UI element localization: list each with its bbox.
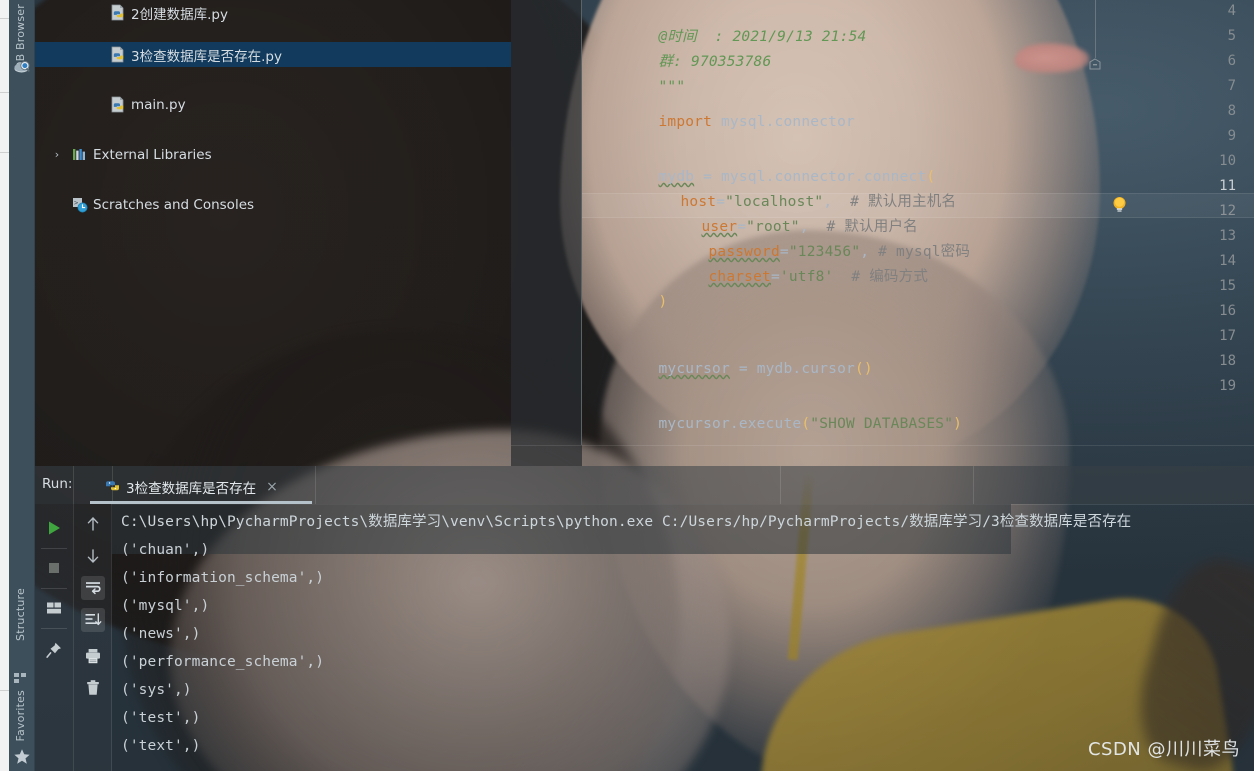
- console-output-line: ('test',): [121, 710, 201, 726]
- run-toolbar-secondary: [73, 504, 111, 771]
- scratches-icon: >_: [71, 196, 88, 213]
- code-token: ): [658, 294, 668, 310]
- code-line-12: password="123456", # mysql密码: [637, 215, 970, 260]
- tree-item-label: 3检查数据库是否存在.py: [131, 48, 282, 65]
- run-console[interactable]: C:\Users\hp\PycharmProjects\数据库学习\venv\S…: [111, 504, 1254, 771]
- code-token: import: [658, 114, 713, 130]
- run-tool-window: Run: 3检查数据库是否存在 × C:\Users\hp\PycharmPro…: [35, 466, 1254, 771]
- code-line-16: mycursor = mydb.cursor(): [587, 332, 873, 377]
- code-line-14: ): [587, 265, 667, 310]
- code-token: mysql.connector: [712, 114, 855, 130]
- code-text-layer: @时间 : 2021/9/13 21:54 群: 970353786 """ i…: [511, 0, 1254, 466]
- pycharm-window: DB Browser Structure Favorites 2创建数据库.py…: [0, 0, 1254, 771]
- print-button[interactable]: [81, 644, 105, 668]
- code-token: ): [953, 416, 963, 432]
- tree-item-main-py[interactable]: main.py: [35, 92, 511, 117]
- console-output-line: ('news',): [121, 626, 201, 642]
- code-line-9: mydb = mysql.connector.connect(: [587, 140, 935, 185]
- code-line-11: user="root", # 默认用户名: [630, 190, 918, 235]
- code-line-7: import mysql.connector: [587, 85, 855, 130]
- database-browser-icon[interactable]: [13, 58, 32, 77]
- tree-item-label: Scratches and Consoles: [93, 196, 255, 213]
- run-toolbar-primary: [35, 504, 73, 771]
- close-icon[interactable]: ×: [266, 480, 278, 494]
- code-token: mycursor: [658, 361, 730, 377]
- code-token: mycursor.execute: [658, 416, 802, 432]
- run-panel-label: Run:: [42, 476, 73, 492]
- clear-all-button[interactable]: [81, 676, 105, 700]
- intention-bulb-icon[interactable]: [1111, 196, 1128, 214]
- python-run-icon: [104, 479, 120, 495]
- scroll-to-end-button[interactable]: [81, 608, 105, 632]
- tree-item-external-libraries[interactable]: › External Libraries: [35, 142, 511, 167]
- library-icon: [71, 146, 88, 163]
- star-icon[interactable]: [13, 748, 31, 766]
- code-token: (: [801, 416, 811, 432]
- run-panel-header: Run: 3检查数据库是否存在 ×: [35, 466, 1254, 504]
- tree-item-file-2[interactable]: 2创建数据库.py: [35, 0, 511, 25]
- code-editor[interactable]: 4 5 6 7 8 9 10 11 12 13 14 15 16 17 18 1…: [511, 0, 1254, 466]
- code-line-6: """: [587, 50, 685, 95]
- run-config-tab[interactable]: 3检查数据库是否存在 ×: [98, 472, 284, 502]
- tool-window-stripe: DB Browser Structure Favorites: [9, 0, 35, 771]
- project-tool-window: 2创建数据库.py 3检查数据库是否存在.py main.py › Extern…: [35, 0, 511, 466]
- python-file-icon: [109, 4, 126, 21]
- editor-bottom-divider: [511, 445, 1254, 446]
- code-line-18: mycursor.execute("SHOW DATABASES"): [587, 387, 962, 432]
- tree-item-scratches-and-consoles[interactable]: >_ Scratches and Consoles: [35, 192, 511, 217]
- tree-item-label: External Libraries: [93, 146, 212, 163]
- console-output-line: ('mysql',): [121, 598, 210, 614]
- console-output-line: ('performance_schema',): [121, 654, 325, 670]
- console-output-line: ('text',): [121, 738, 201, 754]
- code-token: 'utf8': [779, 269, 834, 285]
- code-token: (): [854, 361, 873, 377]
- code-line-13: charset='utf8' # 编码方式: [637, 240, 928, 285]
- python-file-icon: [109, 96, 126, 113]
- pin-button[interactable]: [42, 638, 66, 662]
- code-token: =: [770, 269, 780, 285]
- stripe-item-structure[interactable]: Structure: [14, 588, 27, 641]
- window-left-edge: [0, 0, 9, 771]
- tree-item-file-3[interactable]: 3检查数据库是否存在.py: [35, 42, 511, 67]
- code-line-5: 群: 970353786: [587, 25, 771, 70]
- code-token: charset: [708, 269, 771, 285]
- chevron-right-icon[interactable]: ›: [49, 148, 65, 161]
- code-token: = mydb.cursor: [729, 361, 855, 377]
- run-config-tab-label: 3检查数据库是否存在: [126, 481, 257, 497]
- stripe-item-favorites[interactable]: Favorites: [14, 690, 27, 742]
- scroll-up-button[interactable]: [81, 512, 105, 536]
- structure-icon[interactable]: [13, 670, 31, 688]
- layout-button[interactable]: [42, 596, 66, 620]
- stop-button[interactable]: [42, 556, 66, 580]
- csdn-watermark: CSDN @川川菜鸟: [1087, 739, 1240, 760]
- code-line-4: @时间 : 2021/9/13 21:54: [587, 0, 866, 45]
- code-line-10: host="localhost", # 默认用主机名: [609, 165, 956, 210]
- console-command-line: C:\Users\hp\PycharmProjects\数据库学习\venv\S…: [121, 514, 1132, 530]
- tree-item-label: 2创建数据库.py: [131, 6, 228, 23]
- tree-item-label: main.py: [131, 96, 186, 113]
- console-output-line: ('chuan',): [121, 542, 210, 558]
- console-output-line: ('sys',): [121, 682, 192, 698]
- scroll-down-button[interactable]: [81, 544, 105, 568]
- code-token: "SHOW DATABASES": [810, 416, 954, 432]
- soft-wrap-button[interactable]: [81, 576, 105, 600]
- python-file-icon: [109, 46, 126, 63]
- run-button[interactable]: [42, 516, 66, 540]
- console-output-line: ('information_schema',): [121, 570, 325, 586]
- code-token: # 编码方式: [833, 269, 929, 285]
